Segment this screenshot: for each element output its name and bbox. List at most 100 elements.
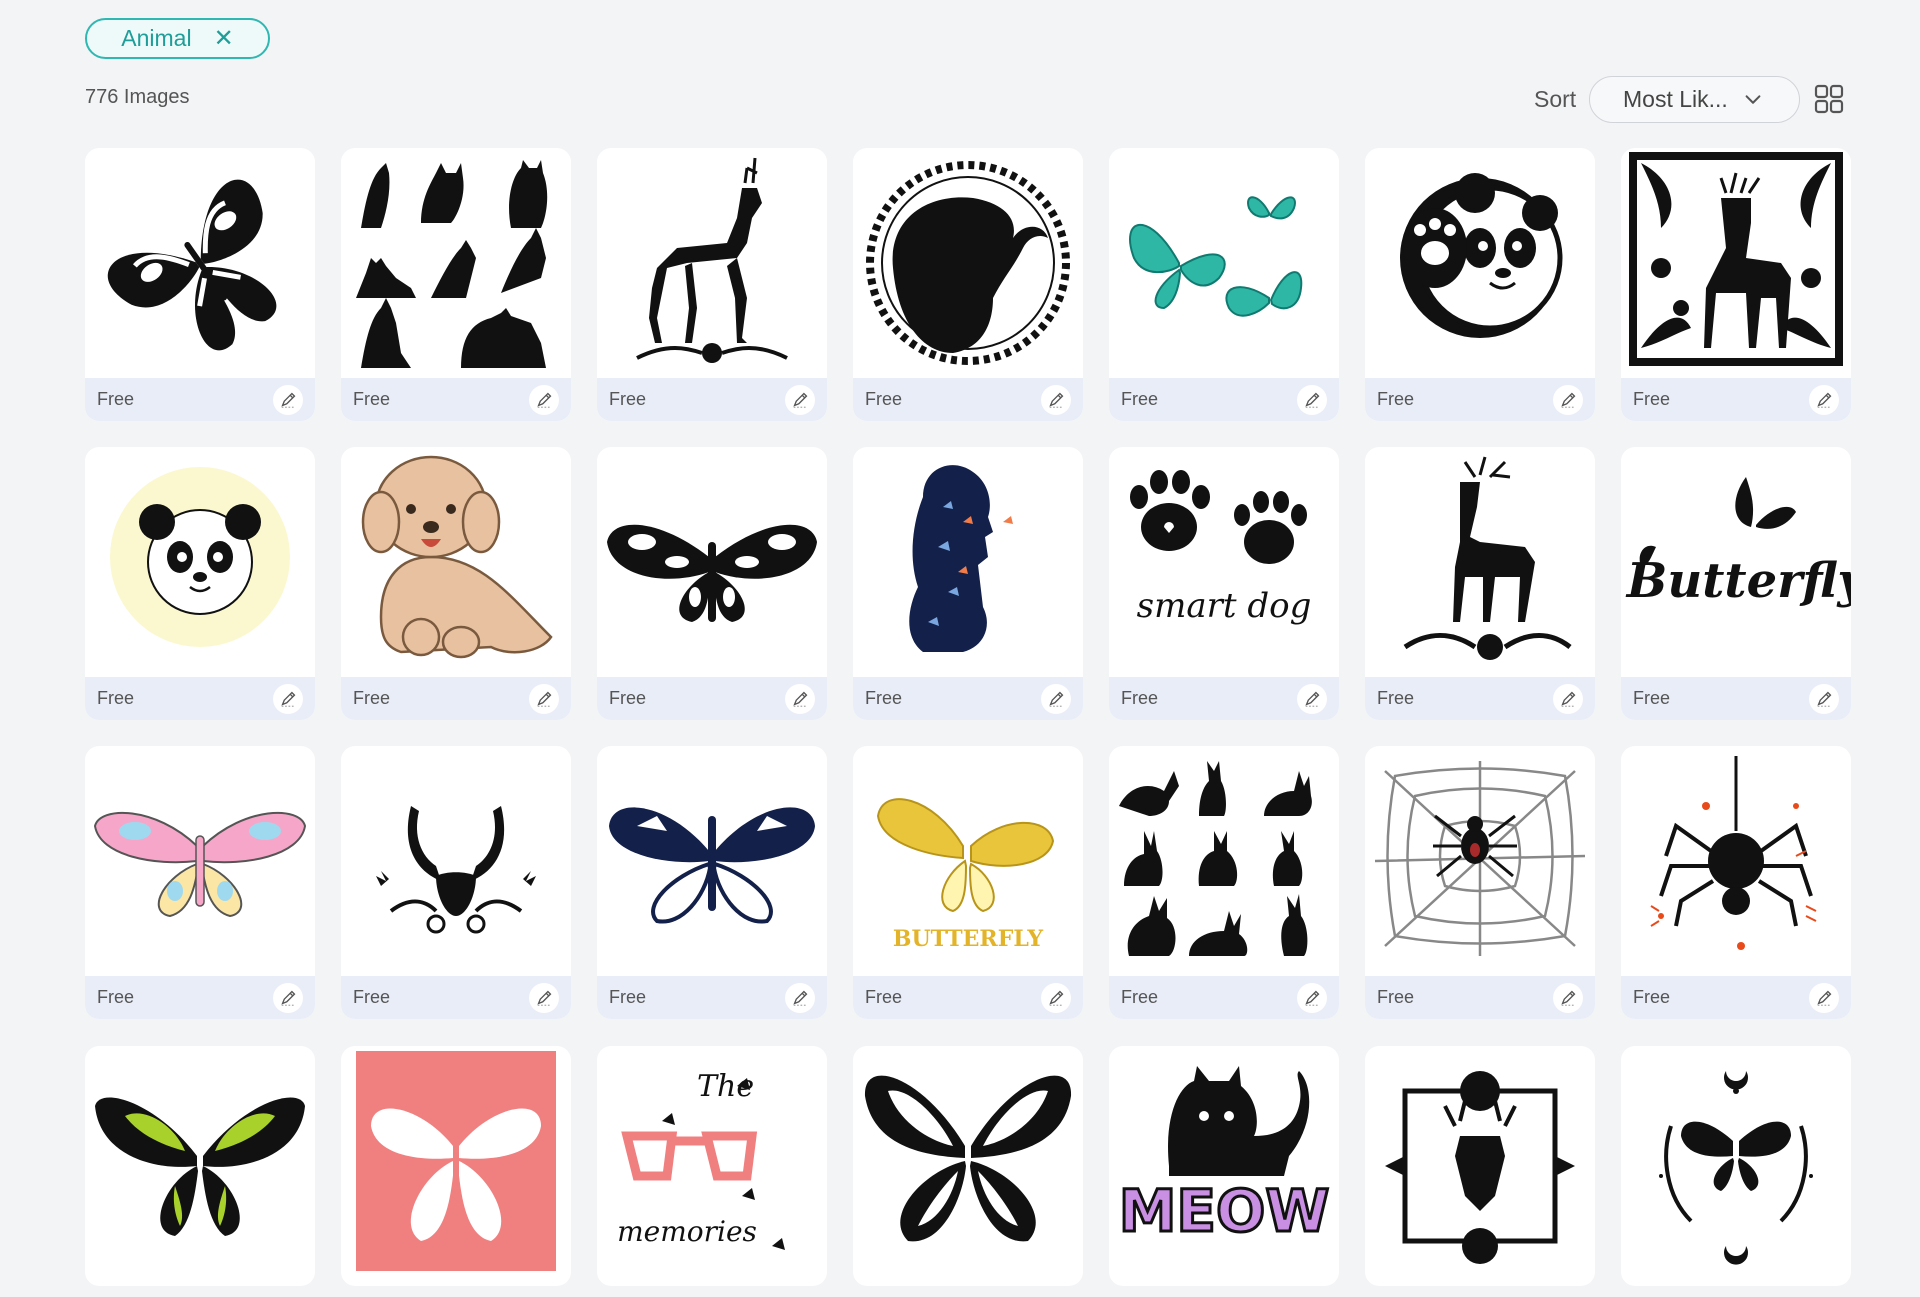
image-card[interactable] <box>853 1046 1083 1286</box>
pencil-icon <box>1816 691 1831 707</box>
image-gallery-page: Animal ✕ 776 Images Sort Most Lik... Fre… <box>0 0 1920 1297</box>
free-label: Free <box>865 987 903 1007</box>
edit-button[interactable] <box>529 982 559 1013</box>
sort-label: Sort <box>1534 86 1577 112</box>
edit-button[interactable] <box>529 683 559 714</box>
pencil-icon <box>536 691 551 707</box>
edit-button[interactable] <box>529 384 559 415</box>
card-footer: Free <box>85 976 315 1019</box>
image-card[interactable]: Free <box>1621 148 1851 421</box>
edit-button[interactable] <box>785 683 815 714</box>
pencil-icon <box>1816 990 1831 1006</box>
green-butterfly-illustration <box>95 1097 305 1236</box>
free-label: Free <box>1633 987 1671 1007</box>
free-label: Free <box>97 688 135 708</box>
card-footer: Free <box>1109 976 1339 1019</box>
image-card[interactable]: Free <box>1621 746 1851 1019</box>
card-footer: Free <box>341 976 571 1019</box>
butterfly-illustration <box>607 524 817 622</box>
image-card[interactable] <box>85 1046 315 1286</box>
image-card[interactable] <box>341 1046 571 1286</box>
yellow-butterfly-illustration: BUTTERFLY <box>876 798 1055 952</box>
edit-button[interactable] <box>1809 982 1839 1013</box>
image-card[interactable]: Free <box>85 148 315 421</box>
panda-circle-illustration <box>110 467 290 647</box>
edit-button[interactable] <box>273 683 303 714</box>
rabbits-illustration <box>1119 761 1312 956</box>
free-label: Free <box>353 389 391 409</box>
edit-button[interactable] <box>1297 683 1327 714</box>
image-grid-row-4: The memories MEOW <box>85 1046 1851 1286</box>
card-footer: Free <box>1109 677 1339 720</box>
butterfly-caps-text: BUTTERFLY <box>893 926 1043 952</box>
image-card[interactable]: Free <box>597 746 827 1019</box>
panda-waving-illustration <box>1400 173 1563 338</box>
chevron-down-icon <box>1745 94 1761 104</box>
free-label: Free <box>609 688 647 708</box>
filter-tag-animal[interactable]: Animal ✕ <box>85 18 270 59</box>
free-label: Free <box>353 987 391 1007</box>
image-card[interactable]: Free <box>341 148 571 421</box>
edit-button[interactable] <box>1041 384 1071 415</box>
image-card[interactable]: Free <box>597 447 827 720</box>
image-card[interactable]: smart dog Free <box>1109 447 1339 720</box>
edit-button[interactable] <box>1553 683 1583 714</box>
image-card[interactable]: MEOW <box>1109 1046 1339 1286</box>
image-card[interactable]: Free <box>1109 148 1339 421</box>
edit-button[interactable] <box>785 384 815 415</box>
deer-frame-illustration <box>1629 152 1843 366</box>
edit-button[interactable] <box>273 384 303 415</box>
edit-button[interactable] <box>1553 384 1583 415</box>
edit-button[interactable] <box>273 982 303 1013</box>
free-label: Free <box>97 389 135 409</box>
image-card[interactable]: Free <box>853 148 1083 421</box>
card-footer: Free <box>341 378 571 421</box>
image-card[interactable] <box>1621 1046 1851 1286</box>
pencil-icon <box>536 990 551 1006</box>
pencil-icon <box>1560 990 1575 1006</box>
pencil-icon <box>1560 392 1575 408</box>
image-card[interactable]: Free <box>853 447 1083 720</box>
smart-dog-text: smart dog <box>1137 586 1312 626</box>
free-label: Free <box>1377 389 1415 409</box>
sort-dropdown[interactable]: Most Lik... <box>1589 76 1800 123</box>
image-card[interactable]: The memories <box>597 1046 827 1286</box>
image-card[interactable] <box>1365 1046 1595 1286</box>
edit-button[interactable] <box>1809 683 1839 714</box>
edit-button[interactable] <box>1041 683 1071 714</box>
close-icon[interactable]: ✕ <box>214 26 234 51</box>
free-label: Free <box>1121 688 1159 708</box>
image-card[interactable]: Free <box>341 447 571 720</box>
pencil-icon <box>1304 990 1319 1006</box>
image-card[interactable]: Free <box>85 746 315 1019</box>
image-card[interactable]: Free <box>1365 148 1595 421</box>
card-footer: Free <box>85 378 315 421</box>
cats-silhouettes-illustration <box>356 160 548 368</box>
pencil-icon <box>1304 691 1319 707</box>
image-card[interactable]: Free <box>1365 746 1595 1019</box>
free-label: Free <box>865 389 903 409</box>
butterfly-script-illustration: Butterfly <box>1625 477 1851 609</box>
image-card[interactable]: Free <box>85 447 315 720</box>
image-card[interactable]: Free <box>1109 746 1339 1019</box>
edit-button[interactable] <box>1297 384 1327 415</box>
image-card[interactable]: Butterfly Free <box>1621 447 1851 720</box>
elephant-wreath-illustration <box>866 161 1070 365</box>
edit-button[interactable] <box>1553 982 1583 1013</box>
meow-text: MEOW <box>1119 1177 1330 1245</box>
pencil-icon <box>1560 691 1575 707</box>
grid-view-icon[interactable] <box>1814 84 1844 114</box>
pencil-icon <box>1048 691 1063 707</box>
image-card[interactable]: BUTTERFLY Free <box>853 746 1083 1019</box>
edit-button[interactable] <box>1041 982 1071 1013</box>
edit-button[interactable] <box>1809 384 1839 415</box>
image-card[interactable]: Free <box>1365 447 1595 720</box>
spider-illustration <box>1650 756 1817 950</box>
image-card[interactable]: Free <box>341 746 571 1019</box>
card-footer: Free <box>853 677 1083 720</box>
card-footer: Free <box>1365 378 1595 421</box>
edit-button[interactable] <box>1297 982 1327 1013</box>
edit-button[interactable] <box>785 982 815 1013</box>
image-card[interactable]: Free <box>597 148 827 421</box>
paws-illustration: smart dog <box>1130 470 1312 626</box>
